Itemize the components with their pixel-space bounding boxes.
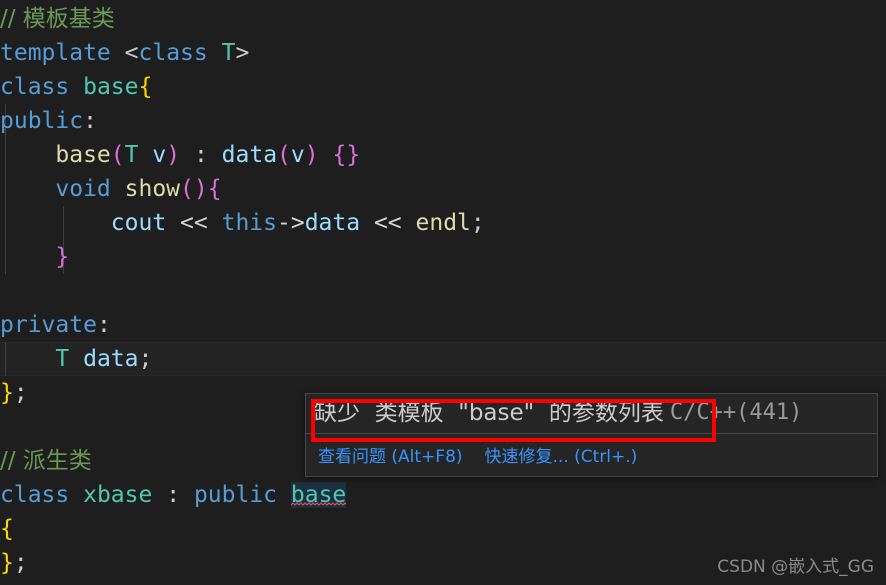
code-line[interactable]: template <class T> bbox=[0, 36, 886, 70]
diagnostic-hover-tooltip[interactable]: 缺少 类模板 "base" 的参数列表 C/C++(441) 查看问题 (Alt… bbox=[305, 393, 878, 477]
keyword-token: class bbox=[0, 482, 70, 508]
tooltip-message: 缺少 类模板 "base" 的参数列表 bbox=[314, 400, 664, 426]
error-squiggle-icon bbox=[290, 502, 347, 506]
function-token: base bbox=[55, 142, 111, 168]
angle-close: > bbox=[235, 40, 250, 66]
keyword-token: this bbox=[221, 210, 277, 236]
tooltip-message-row: 缺少 类模板 "base" 的参数列表 C/C++(441) bbox=[306, 394, 877, 433]
paren-open: ( bbox=[277, 142, 291, 168]
colon: : bbox=[166, 482, 181, 508]
variable-token: v bbox=[290, 142, 305, 168]
type-token: T bbox=[124, 142, 139, 168]
keyword-token: class bbox=[0, 74, 70, 100]
operator-token: -> bbox=[276, 210, 305, 236]
code-line-blank[interactable] bbox=[0, 274, 886, 308]
comment-token: // 派生类 bbox=[0, 448, 92, 474]
code-line[interactable]: void show(){ bbox=[0, 172, 886, 206]
type-token: xbase bbox=[83, 482, 153, 508]
code-line[interactable]: } bbox=[0, 240, 886, 274]
brace-close: } bbox=[0, 380, 14, 406]
semicolon: ; bbox=[13, 380, 28, 406]
semicolon: ; bbox=[13, 550, 28, 576]
variable-token: data bbox=[221, 142, 278, 168]
brace-close: } bbox=[0, 550, 14, 576]
operator-token: << bbox=[180, 210, 208, 236]
variable-token: v bbox=[152, 142, 167, 168]
code-line[interactable]: private: bbox=[0, 308, 886, 342]
code-line[interactable]: class base{ bbox=[0, 70, 886, 104]
code-editor[interactable]: // 模板基类 template <class T> class base{ p… bbox=[0, 0, 886, 585]
code-line[interactable]: public: bbox=[0, 104, 886, 138]
semicolon: ; bbox=[138, 346, 153, 372]
colon: : bbox=[193, 142, 208, 168]
error-symbol-token[interactable]: base bbox=[290, 482, 347, 508]
tooltip-source-code: C/C++(441) bbox=[669, 400, 803, 425]
operator-token: << bbox=[373, 210, 402, 236]
code-line[interactable]: T data; bbox=[0, 342, 886, 376]
code-line[interactable]: class xbase : public base bbox=[0, 478, 886, 512]
colon: : bbox=[83, 108, 97, 134]
type-token: T bbox=[55, 346, 70, 372]
tooltip-actions: 查看问题 (Alt+F8) 快速修复... (Ctrl+.) bbox=[306, 434, 877, 476]
code-line[interactable]: // 模板基类 bbox=[0, 2, 886, 36]
quick-fix-link[interactable]: 快速修复... (Ctrl+.) bbox=[485, 447, 638, 467]
code-line[interactable]: { bbox=[0, 512, 886, 546]
angle-open: < bbox=[124, 40, 139, 66]
keyword-token: private bbox=[0, 312, 97, 338]
view-problem-link[interactable]: 查看问题 (Alt+F8) bbox=[318, 447, 463, 467]
type-token: base bbox=[83, 74, 139, 100]
function-token: show bbox=[124, 176, 181, 202]
keyword-token: public bbox=[0, 108, 84, 134]
brace-open: { bbox=[0, 516, 14, 542]
paren-close: ) bbox=[304, 142, 319, 168]
variable-token: data bbox=[304, 210, 361, 236]
brace-open: { bbox=[138, 74, 153, 100]
brace-open: { bbox=[207, 176, 222, 202]
semicolon: ; bbox=[470, 210, 485, 236]
code-content[interactable]: // 模板基类 template <class T> class base{ p… bbox=[0, 0, 886, 580]
paren-pair: () bbox=[180, 176, 208, 202]
keyword-token: void bbox=[55, 176, 111, 202]
colon: : bbox=[96, 312, 111, 338]
variable-token: cout bbox=[110, 210, 167, 236]
brace-close: } bbox=[55, 244, 70, 270]
keyword-token: template bbox=[0, 40, 111, 66]
code-line[interactable]: cout << this->data << endl; bbox=[0, 206, 886, 240]
code-line[interactable]: base(T v) : data(v) {} bbox=[0, 138, 886, 172]
type-token: T bbox=[221, 40, 236, 66]
keyword-token: public bbox=[193, 482, 278, 508]
paren-open: ( bbox=[110, 142, 125, 168]
comment-token: // 模板基类 bbox=[0, 6, 115, 32]
keyword-token: class bbox=[138, 40, 208, 66]
watermark: CSDN @嵌入式_GG bbox=[717, 557, 874, 577]
variable-token: endl bbox=[415, 210, 471, 236]
brace-pair: {} bbox=[332, 142, 361, 168]
variable-token: data bbox=[83, 346, 139, 372]
paren-close: ) bbox=[166, 142, 181, 168]
